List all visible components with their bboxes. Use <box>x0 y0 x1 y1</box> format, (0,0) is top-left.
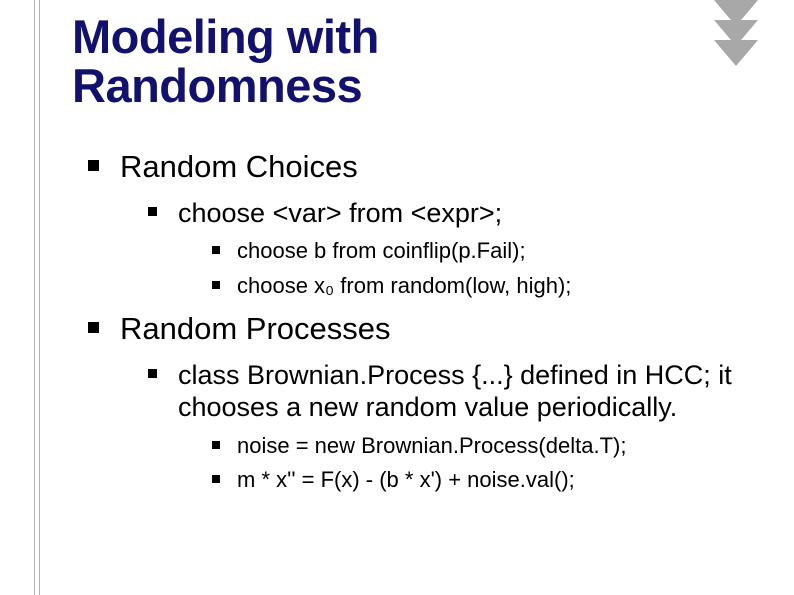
slide-title: Modeling with Randomness <box>72 12 379 111</box>
list-item: choose x₀ from random(low, high); <box>212 272 736 301</box>
subsection: choose <var> from <expr>; choose b from … <box>148 197 736 301</box>
left-rail-decoration <box>34 0 44 595</box>
section-heading-text: Random Processes <box>120 311 391 346</box>
title-line-2: Randomness <box>72 59 362 112</box>
subsection-text: class Brownian.Process {...} defined in … <box>178 360 732 422</box>
title-line-1: Modeling with <box>72 10 379 63</box>
list-item: noise = new Brownian.Process(delta.T); <box>212 432 736 461</box>
list-item: m * x'' = F(x) - (b * x') + noise.val(); <box>212 466 736 495</box>
slide-body: Random Choices choose <var> from <expr>;… <box>86 148 736 505</box>
triangle-stack-decoration <box>714 0 758 60</box>
subsection: class Brownian.Process {...} defined in … <box>148 359 736 495</box>
section-heading-text: Random Choices <box>120 149 358 184</box>
section-heading: Random Choices choose <var> from <expr>;… <box>86 148 736 300</box>
section-heading: Random Processes class Brownian.Process … <box>86 310 736 495</box>
list-item: choose b from coinflip(p.Fail); <box>212 237 736 266</box>
slide: Modeling with Randomness Random Choices … <box>0 0 794 595</box>
subsection-text: choose <var> from <expr>; <box>178 198 502 228</box>
